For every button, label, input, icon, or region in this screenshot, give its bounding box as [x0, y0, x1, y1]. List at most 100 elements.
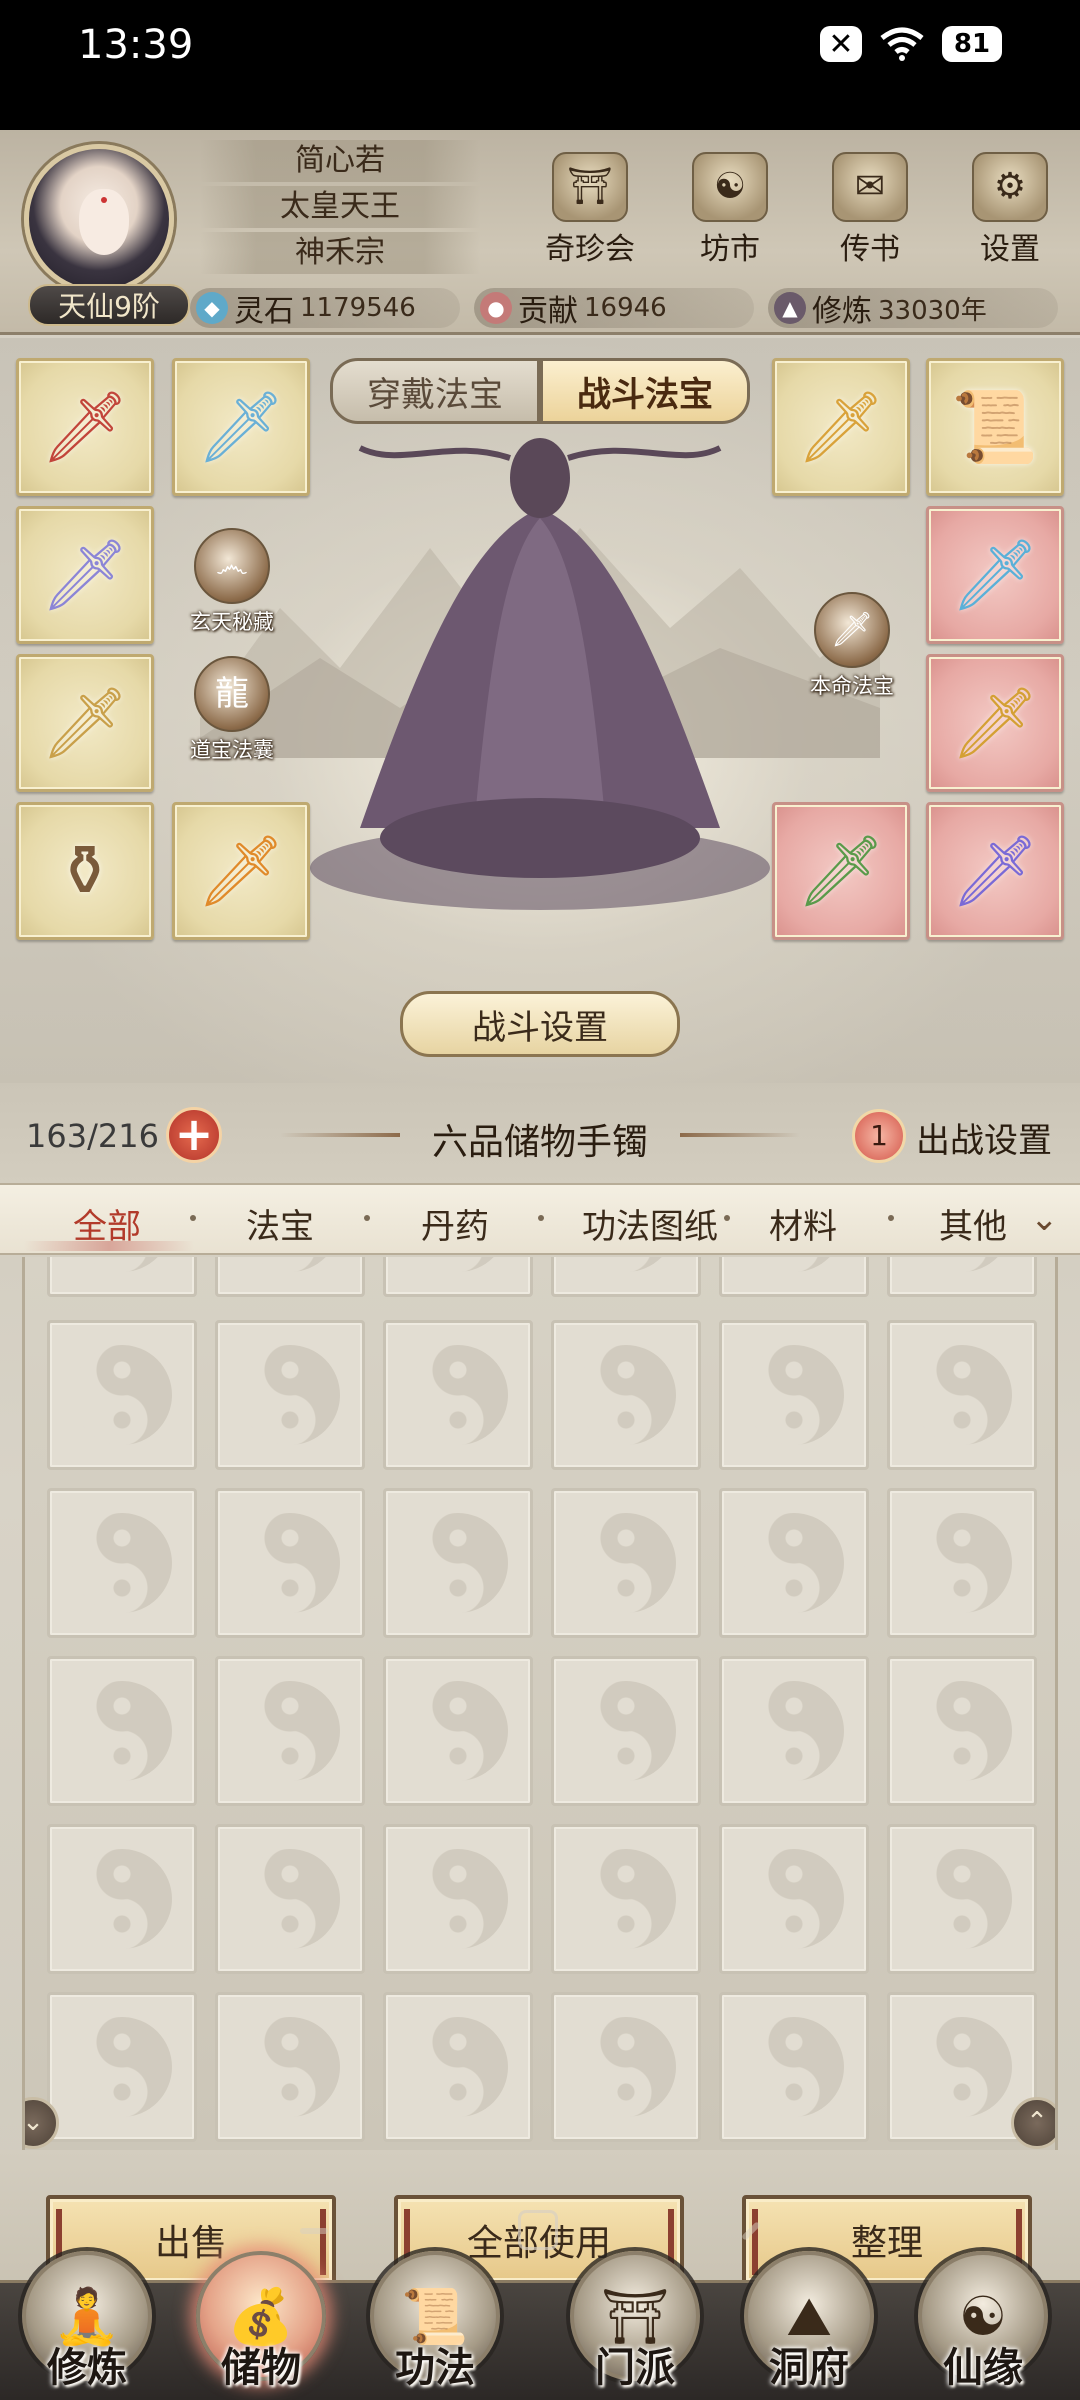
battery-indicator: 81	[942, 26, 1002, 62]
wifi-icon	[878, 26, 926, 62]
inventory-slot[interactable]	[719, 1257, 869, 1297]
equip-slot-right-1[interactable]: 🗡	[772, 358, 910, 496]
equip-slot-left-4[interactable]: 🗡	[16, 654, 154, 792]
inventory-slot[interactable]	[551, 1992, 701, 2142]
equip-slot-right-5[interactable]: 🗡	[772, 802, 910, 940]
golden-blade-icon: 🗡	[796, 385, 886, 468]
inventory-slot[interactable]	[383, 1488, 533, 1638]
inventory-slot[interactable]	[215, 1824, 365, 1974]
bag-title-ornament-right	[680, 1133, 800, 1137]
expand-bag-button[interactable]: +	[166, 1107, 222, 1163]
inventory-slot[interactable]	[215, 1656, 365, 1806]
equip-slot-left-3[interactable]: 🗡	[16, 506, 154, 644]
market-button[interactable]: ☯ 坊市	[660, 152, 800, 272]
equip-slot-right-2[interactable]: 📜	[926, 358, 1064, 496]
tab-techniques[interactable]: 功法图纸	[550, 1199, 750, 1248]
inventory-slot[interactable]	[551, 1488, 701, 1638]
yin-yang-icon	[576, 1681, 676, 1781]
inventory-slot[interactable]	[719, 1656, 869, 1806]
inventory-slot[interactable]	[383, 1656, 533, 1806]
tab-others[interactable]: 其他	[898, 1199, 1048, 1248]
jade-sword-icon: 🗡	[796, 829, 886, 912]
yin-yang-icon	[408, 1513, 508, 1613]
cultivation-resource[interactable]: ▲ 修炼 33030年	[768, 288, 1058, 329]
contribution-resource[interactable]: ● 贡献 16946	[474, 288, 754, 329]
equip-slot-right-3[interactable]: 🗡	[926, 506, 1064, 644]
tab-battle-treasure[interactable]: 战斗法宝	[540, 358, 750, 424]
contribution-value: 16946	[584, 293, 667, 323]
spiral-orb-icon: ෴	[194, 528, 270, 604]
inventory-slot[interactable]	[215, 1488, 365, 1638]
equip-slot-left-6[interactable]: 🗡	[172, 802, 310, 940]
bag-header: 163/216 + 六品储物手镯 1 出战设置	[0, 1083, 1080, 1183]
inventory-slot[interactable]	[719, 1992, 869, 2142]
nav-fate[interactable]: ☯ 仙缘	[908, 2251, 1058, 2400]
inventory-slot[interactable]	[887, 1488, 1037, 1638]
nav-cave[interactable]: ⛰ 洞府	[734, 2251, 884, 2400]
inventory-slot[interactable]	[215, 1257, 365, 1297]
chevron-down-icon[interactable]: ⌄	[1030, 1199, 1059, 1239]
equip-slot-left-2[interactable]: 🗡	[172, 358, 310, 496]
spirit-stone-resource[interactable]: ◆ 灵石 1179546	[190, 288, 460, 329]
natal-treasure-button[interactable]: 🗡 本命法宝	[792, 592, 912, 700]
equip-slot-right-6[interactable]: 🗡	[926, 802, 1064, 940]
equip-slot-right-4[interactable]: 🗡	[926, 654, 1064, 792]
yin-yang-icon	[72, 1849, 172, 1949]
inventory-slot[interactable]	[719, 1320, 869, 1470]
inventory-slot[interactable]	[887, 1656, 1037, 1806]
inventory-slot[interactable]	[383, 1824, 533, 1974]
inventory-slot[interactable]	[215, 1320, 365, 1470]
inventory-slot[interactable]	[47, 1824, 197, 1974]
inventory-slot[interactable]	[887, 1257, 1037, 1297]
system-menu-button[interactable]	[300, 2228, 328, 2234]
inventory-slot[interactable]	[551, 1257, 701, 1297]
inventory-slot[interactable]	[47, 1656, 197, 1806]
settings-button[interactable]: ⚙ 设置	[940, 152, 1080, 272]
battle-settings-button[interactable]: 战斗设置	[400, 991, 680, 1057]
inventory-slot[interactable]	[551, 1320, 701, 1470]
flame-sword-icon: 🗡	[196, 829, 286, 912]
tab-materials[interactable]: 材料	[728, 1199, 878, 1248]
nav-techniques-label: 功法	[395, 2345, 475, 2391]
tab-all[interactable]: 全部	[32, 1199, 182, 1248]
wind-sword-icon: 🗡	[40, 533, 130, 616]
inventory-slot[interactable]	[383, 1992, 533, 2142]
yin-yang-icon	[72, 1257, 172, 1272]
letters-button[interactable]: ✉ 传书	[800, 152, 940, 272]
inventory-slot[interactable]	[383, 1320, 533, 1470]
inventory-slot[interactable]	[887, 1320, 1037, 1470]
nav-storage[interactable]: 💰 储物	[186, 2251, 336, 2400]
inventory-slot[interactable]	[719, 1824, 869, 1974]
inventory-slot[interactable]	[215, 1992, 365, 2142]
equip-slot-left-5[interactable]: ⚱	[16, 802, 154, 940]
deploy-settings-button[interactable]: 出战设置	[916, 1113, 1052, 1162]
player-header: 天仙9阶 简心若 太皇天王 神禾宗 ⛩ 奇珍会 ☯ 坊市 ✉ 传书 ⚙ 设置 ◆…	[0, 130, 1080, 335]
nav-sect[interactable]: ⛩ 门派	[560, 2251, 710, 2400]
inventory-slot[interactable]	[551, 1656, 701, 1806]
nav-cultivate[interactable]: 🧘 修炼	[12, 2251, 162, 2400]
nav-techniques[interactable]: 📜 功法	[360, 2251, 510, 2400]
system-home-button[interactable]	[518, 2210, 558, 2250]
tab-wear-treasure[interactable]: 穿戴法宝	[330, 358, 540, 424]
player-name: 简心若	[200, 140, 480, 182]
inventory-slot[interactable]	[47, 1488, 197, 1638]
xuantian-secret-button[interactable]: ෴ 玄天秘藏	[172, 528, 292, 636]
tab-treasure[interactable]: 法宝	[205, 1199, 355, 1248]
inventory-slot[interactable]	[551, 1824, 701, 1974]
inventory-slot[interactable]	[887, 1824, 1037, 1974]
deploy-count-badge[interactable]: 1	[852, 1109, 906, 1163]
inventory-slot[interactable]	[47, 1257, 197, 1297]
inventory-slot[interactable]	[47, 1992, 197, 2142]
inventory-slot[interactable]	[719, 1488, 869, 1638]
yin-yang-icon	[408, 1257, 508, 1272]
inventory-slot[interactable]	[47, 1320, 197, 1470]
equip-slot-left-1[interactable]: 🗡	[16, 358, 154, 496]
tab-pills[interactable]: 丹药	[380, 1199, 530, 1248]
scroll-up-icon[interactable]: ⌃	[1011, 2097, 1055, 2149]
inventory-slot[interactable]	[383, 1257, 533, 1297]
dao-treasure-bag-button[interactable]: 龍 道宝法囊	[172, 656, 292, 764]
tab-separator	[538, 1215, 544, 1221]
avatar[interactable]: 天仙9阶	[14, 138, 190, 326]
player-sect: 神禾宗	[200, 232, 480, 274]
treasure-pavilion-button[interactable]: ⛩ 奇珍会	[520, 152, 660, 272]
